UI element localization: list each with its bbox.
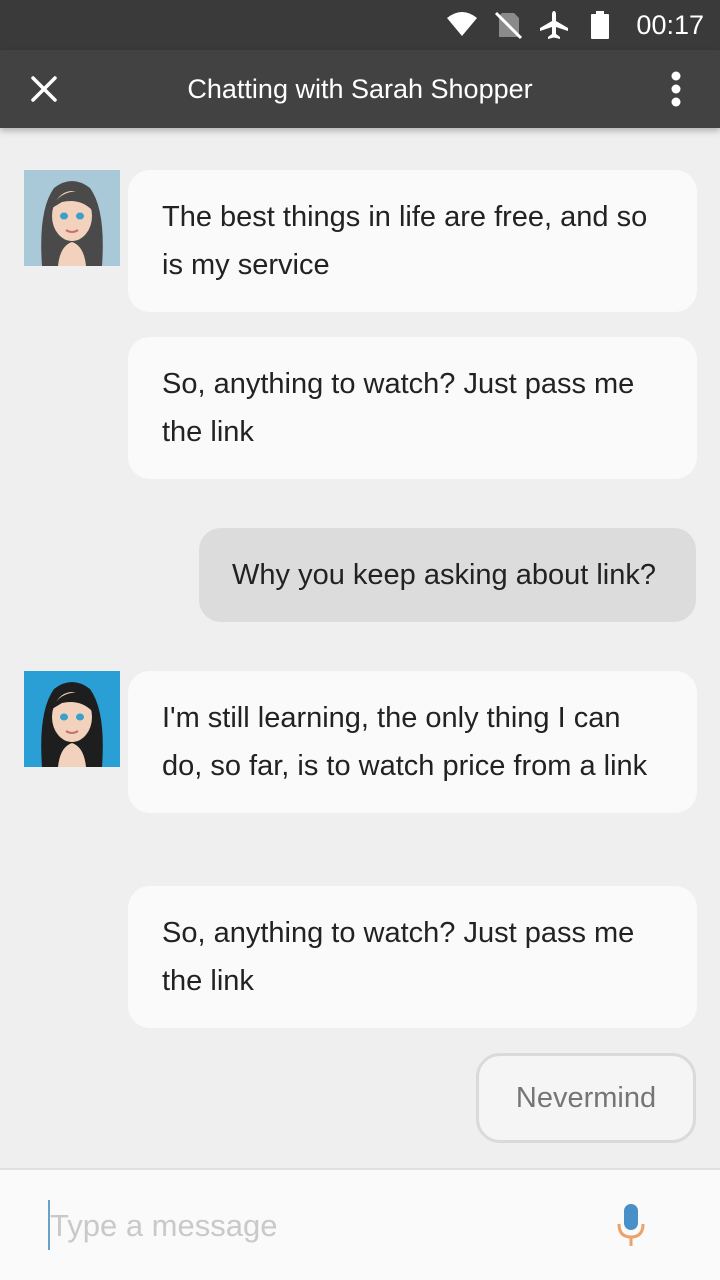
quick-reply-nevermind[interactable]: Nevermind xyxy=(476,1053,696,1143)
user-message: Why you keep asking about link? xyxy=(199,528,696,622)
battery-icon xyxy=(584,9,616,41)
bot-message: So, anything to watch? Just pass me the … xyxy=(128,337,697,479)
no-sim-icon xyxy=(492,9,524,41)
wifi-icon xyxy=(446,9,478,41)
app-bar: Chatting with Sarah Shopper xyxy=(0,50,720,128)
mic-button[interactable] xyxy=(616,1204,646,1248)
status-time: 00:17 xyxy=(636,9,704,40)
bot-message: I'm still learning, the only thing I can… xyxy=(128,671,697,813)
message-input[interactable] xyxy=(50,1198,570,1254)
more-options-button[interactable] xyxy=(652,65,700,113)
status-bar: 00:17 xyxy=(0,0,720,50)
page-title: Chatting with Sarah Shopper xyxy=(187,73,533,104)
bot-avatar xyxy=(24,170,120,266)
close-button[interactable] xyxy=(20,65,68,113)
bot-message: So, anything to watch? Just pass me the … xyxy=(128,886,697,1028)
close-icon xyxy=(31,76,57,102)
bot-avatar xyxy=(24,671,120,767)
chat-messages: The best things in life are free, and so… xyxy=(0,128,720,1168)
bot-message: The best things in life are free, and so… xyxy=(128,170,697,312)
more-vert-icon xyxy=(671,71,681,107)
airplane-icon xyxy=(538,9,570,41)
status-icons: 00:17 xyxy=(446,0,704,50)
message-composer xyxy=(0,1168,720,1280)
microphone-icon xyxy=(617,1204,645,1246)
